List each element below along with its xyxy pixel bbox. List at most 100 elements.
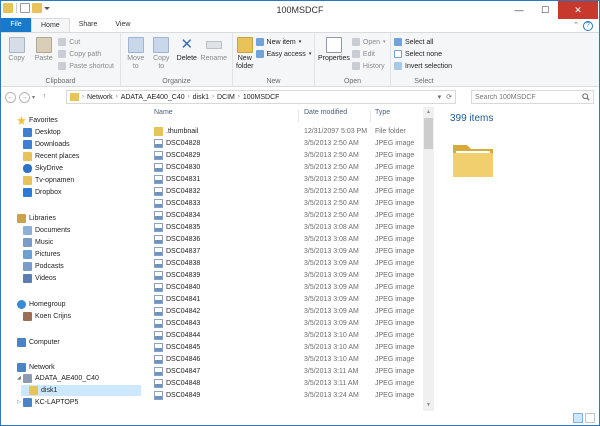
- table-row[interactable]: DSC04833 3/5/2013 2:50 AM JPEG image: [146, 198, 421, 209]
- invert-selection-button[interactable]: Invert selection: [394, 61, 452, 71]
- nav-skydrive[interactable]: SkyDrive: [23, 163, 63, 174]
- scroll-up-icon[interactable]: ▲: [423, 107, 434, 118]
- nav-computer[interactable]: Computer: [17, 337, 60, 348]
- details-view-button[interactable]: [573, 413, 583, 423]
- search-icon[interactable]: [582, 93, 590, 101]
- column-header-type[interactable]: Type: [375, 109, 390, 123]
- scroll-thumb[interactable]: [424, 118, 433, 149]
- breadcrumb-100msdcf[interactable]: 100MSDCF: [243, 94, 280, 101]
- table-row[interactable]: DSC04843 3/5/2013 3:09 AM JPEG image: [146, 318, 421, 329]
- nav-kc-laptop5-label: KC-LAPTOP5: [35, 399, 79, 406]
- table-row[interactable]: DSC04834 3/5/2013 2:50 AM JPEG image: [146, 210, 421, 221]
- nav-adata[interactable]: ADATA_AE400_C40: [23, 373, 99, 384]
- breadcrumb-dcim[interactable]: DCIM: [217, 94, 235, 101]
- column-header-date[interactable]: Date modified: [304, 109, 347, 123]
- table-row[interactable]: DSC04831 3/5/2013 2:50 AM JPEG image: [146, 174, 421, 185]
- edit-button[interactable]: Edit: [351, 49, 386, 59]
- table-row[interactable]: .thumbnail 12/31/2097 5:03 PM File folder: [146, 126, 421, 137]
- table-row[interactable]: DSC04835 3/5/2013 3:08 AM JPEG image: [146, 222, 421, 233]
- minimize-button[interactable]: —: [506, 1, 532, 19]
- delete-icon: ✕: [180, 36, 194, 53]
- address-bar-controls: ▾ ⟳: [438, 93, 452, 101]
- table-row[interactable]: DSC04836 3/5/2013 3:08 AM JPEG image: [146, 234, 421, 245]
- up-button[interactable]: ↑: [39, 92, 50, 103]
- easy-access-button[interactable]: Easy access ▾: [255, 49, 311, 59]
- nav-kc-laptop5[interactable]: KC-LAPTOP5: [23, 397, 78, 408]
- nav-dropbox[interactable]: Dropbox: [23, 187, 61, 198]
- table-row[interactable]: DSC04844 3/5/2013 3:10 AM JPEG image: [146, 330, 421, 341]
- jpeg-image-icon: [154, 283, 163, 292]
- column-header-name[interactable]: Name: [154, 109, 173, 123]
- tab-file[interactable]: File: [1, 18, 31, 32]
- nav-pictures[interactable]: Pictures: [23, 249, 60, 260]
- nav-downloads[interactable]: Downloads: [23, 139, 70, 150]
- file-date: 3/5/2013 3:11 AM: [304, 380, 359, 387]
- nav-recent-places[interactable]: Recent places: [23, 151, 79, 162]
- expand-arrow-icon[interactable]: ▷: [17, 399, 21, 405]
- select-none-button[interactable]: Select none: [394, 49, 452, 59]
- table-row[interactable]: DSC04832 3/5/2013 2:50 AM JPEG image: [146, 186, 421, 197]
- nav-disk1[interactable]: disk1: [21, 385, 141, 396]
- forward-button[interactable]: →: [19, 91, 30, 103]
- address-bar[interactable]: › Network › ADATA_AE400_C40 › disk1 › DC…: [66, 90, 456, 104]
- column-divider[interactable]: [370, 110, 371, 122]
- nav-documents[interactable]: Documents: [23, 225, 70, 236]
- maximize-button[interactable]: ☐: [532, 1, 558, 19]
- nav-network[interactable]: Network: [17, 362, 55, 373]
- table-row[interactable]: DSC04842 3/5/2013 3:09 AM JPEG image: [146, 306, 421, 317]
- nav-tv-opnamen[interactable]: Tv-opnamen: [23, 175, 74, 186]
- search-box[interactable]: [471, 90, 594, 104]
- breadcrumb-disk1[interactable]: disk1: [193, 94, 209, 101]
- file-list-scrollbar[interactable]: ▲ ▼: [423, 107, 434, 411]
- collapse-ribbon-icon[interactable]: ⌃: [573, 21, 579, 29]
- select-all-button[interactable]: Select all: [394, 37, 452, 47]
- address-history-dropdown-icon[interactable]: ▾: [438, 93, 442, 101]
- nav-videos[interactable]: Videos: [23, 273, 56, 284]
- history-button[interactable]: History: [351, 61, 386, 71]
- back-button[interactable]: ←: [5, 91, 16, 103]
- nav-desktop[interactable]: Desktop: [23, 127, 61, 138]
- table-row[interactable]: DSC04838 3/5/2013 3:09 AM JPEG image: [146, 258, 421, 269]
- tab-home[interactable]: Home: [31, 18, 70, 32]
- copy-path-button[interactable]: Copy path: [58, 49, 114, 59]
- table-row[interactable]: DSC04849 3/5/2013 3:24 AM JPEG image: [146, 390, 421, 401]
- expand-arrow-icon[interactable]: ◢: [17, 375, 21, 381]
- file-date: 3/5/2013 3:10 AM: [304, 332, 359, 339]
- column-divider[interactable]: [298, 110, 299, 122]
- scroll-down-icon[interactable]: ▼: [423, 400, 434, 411]
- close-button[interactable]: ✕: [558, 1, 598, 19]
- table-row[interactable]: DSC04837 3/5/2013 3:09 AM JPEG image: [146, 246, 421, 257]
- nav-adata-label: ADATA_AE400_C40: [35, 375, 99, 382]
- table-row[interactable]: DSC04847 3/5/2013 3:11 AM JPEG image: [146, 366, 421, 377]
- nav-music[interactable]: Music: [23, 237, 53, 248]
- table-row[interactable]: DSC04845 3/5/2013 3:10 AM JPEG image: [146, 342, 421, 353]
- table-row[interactable]: DSC04828 3/5/2013 2:50 AM JPEG image: [146, 138, 421, 149]
- tab-view[interactable]: View: [106, 18, 139, 32]
- table-row[interactable]: DSC04841 3/5/2013 3:09 AM JPEG image: [146, 294, 421, 305]
- table-row[interactable]: DSC04839 3/5/2013 3:09 AM JPEG image: [146, 270, 421, 281]
- recent-locations-dropdown-icon[interactable]: ▾: [32, 94, 35, 101]
- search-input[interactable]: [472, 91, 577, 103]
- large-icons-view-button[interactable]: [585, 413, 595, 423]
- tab-share[interactable]: Share: [70, 18, 107, 32]
- refresh-icon[interactable]: ⟳: [446, 93, 452, 101]
- table-row[interactable]: DSC04848 3/5/2013 3:11 AM JPEG image: [146, 378, 421, 389]
- paste-shortcut-button[interactable]: Paste shortcut: [58, 61, 114, 71]
- new-item-button[interactable]: New item ▾: [255, 37, 312, 47]
- item-count: 399 items: [450, 113, 494, 124]
- breadcrumb-separator: ›: [211, 94, 214, 100]
- nav-homegroup[interactable]: Homegroup: [17, 299, 66, 310]
- table-row[interactable]: DSC04829 3/5/2013 2:50 AM JPEG image: [146, 150, 421, 161]
- breadcrumb-network[interactable]: Network: [87, 94, 113, 101]
- breadcrumb-adata[interactable]: ADATA_AE400_C40: [121, 94, 185, 101]
- nav-libraries[interactable]: Libraries: [17, 213, 56, 224]
- nav-koen-crijns[interactable]: Koen Crijns: [23, 311, 71, 322]
- help-icon[interactable]: ?: [583, 21, 593, 31]
- table-row[interactable]: DSC04830 3/5/2013 2:50 AM JPEG image: [146, 162, 421, 173]
- nav-podcasts[interactable]: Podcasts: [23, 261, 64, 272]
- table-row[interactable]: DSC04840 3/5/2013 3:09 AM JPEG image: [146, 282, 421, 293]
- table-row[interactable]: DSC04846 3/5/2013 3:10 AM JPEG image: [146, 354, 421, 365]
- cut-button[interactable]: Cut: [58, 37, 114, 47]
- open-button[interactable]: Open ▾: [351, 37, 386, 47]
- nav-favorites[interactable]: Favorites: [17, 115, 58, 126]
